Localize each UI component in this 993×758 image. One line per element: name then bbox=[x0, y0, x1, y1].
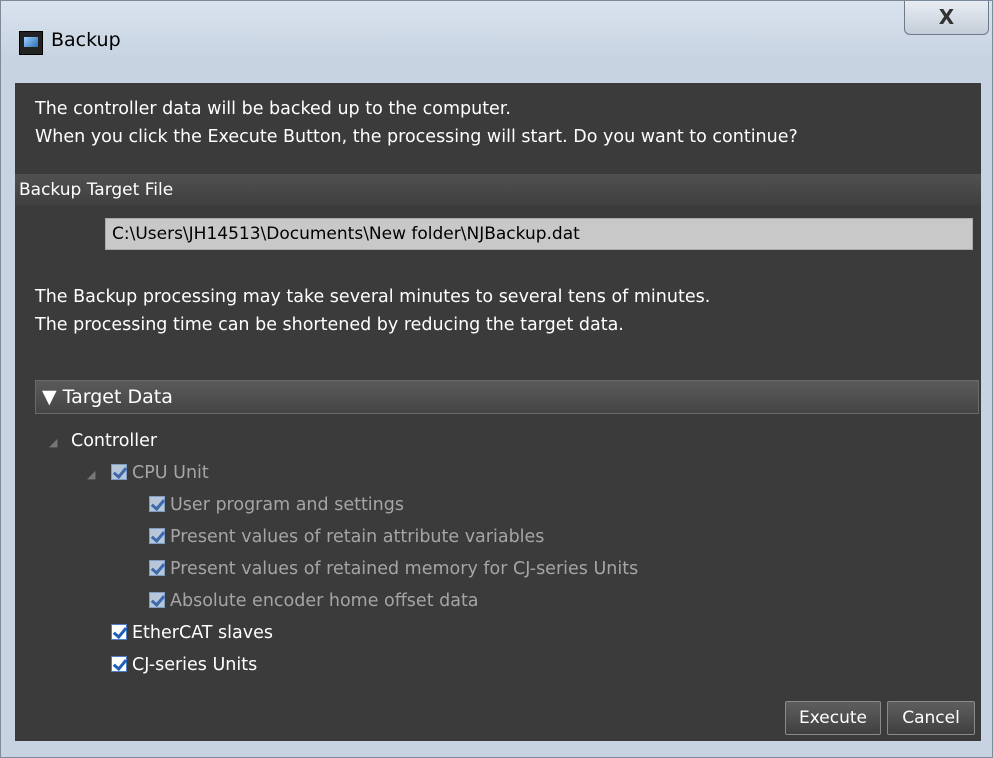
window-title: Backup bbox=[51, 29, 121, 51]
note-line-1: The Backup processing may take several m… bbox=[35, 287, 711, 307]
ethercat-checkbox-icon[interactable] bbox=[111, 624, 127, 640]
tree-node-cpu-unit[interactable]: CPU Unit bbox=[111, 461, 209, 485]
tree-node-label: Present values of retained memory for CJ… bbox=[170, 559, 639, 579]
cancel-button[interactable]: Cancel bbox=[887, 701, 975, 735]
tree-node-ethercat-slaves[interactable]: EtherCAT slaves bbox=[111, 621, 273, 645]
intro-line-1: The controller data will be backed up to… bbox=[35, 99, 511, 119]
tree-node-label: Present values of retain attribute varia… bbox=[170, 527, 545, 547]
tree-node-label: Absolute encoder home offset data bbox=[170, 591, 479, 611]
checkbox-icon[interactable] bbox=[149, 560, 165, 576]
backup-dialog: Backup X The controller data will be bac… bbox=[0, 0, 993, 758]
controller-expander-icon[interactable]: ◢ bbox=[49, 431, 57, 455]
target-data-expander[interactable]: ▼ Target Data bbox=[35, 380, 979, 414]
tree-node-cj-series-units[interactable]: CJ-series Units bbox=[111, 653, 257, 677]
ethercat-label: EtherCAT slaves bbox=[132, 623, 273, 643]
tree-node-encoder-offset[interactable]: Absolute encoder home offset data bbox=[149, 589, 479, 613]
tree-node-user-program[interactable]: User program and settings bbox=[149, 493, 404, 517]
cpu-unit-checkbox-icon[interactable] bbox=[111, 464, 127, 480]
tree-node-label: User program and settings bbox=[170, 495, 404, 515]
backup-target-file-header: Backup Target File bbox=[15, 174, 981, 206]
execute-button[interactable]: Execute bbox=[785, 701, 881, 735]
cj-units-label: CJ-series Units bbox=[132, 655, 258, 675]
cpu-unit-label: CPU Unit bbox=[132, 463, 209, 483]
tree-node-controller: Controller bbox=[71, 431, 158, 451]
checkbox-icon[interactable] bbox=[149, 528, 165, 544]
dialog-body: The controller data will be backed up to… bbox=[15, 83, 981, 741]
processing-note: The Backup processing may take several m… bbox=[35, 283, 710, 339]
cj-units-checkbox-icon[interactable] bbox=[111, 656, 127, 672]
checkbox-icon[interactable] bbox=[149, 496, 165, 512]
target-file-path-field[interactable]: C:\Users\JH14513\Documents\New folder\NJ… bbox=[105, 218, 973, 250]
title-bar: Backup X bbox=[1, 1, 992, 83]
tree-node-retained-memory[interactable]: Present values of retained memory for CJ… bbox=[149, 557, 638, 581]
tree-node-retain-variables[interactable]: Present values of retain attribute varia… bbox=[149, 525, 544, 549]
note-line-2: The processing time can be shortened by … bbox=[35, 315, 624, 335]
intro-line-2: When you click the Execute Button, the p… bbox=[35, 127, 798, 147]
app-icon bbox=[19, 31, 43, 55]
cpu-unit-expander-icon[interactable]: ◢ bbox=[87, 463, 95, 487]
checkbox-icon[interactable] bbox=[149, 592, 165, 608]
close-button[interactable]: X bbox=[904, 1, 989, 35]
intro-text: The controller data will be backed up to… bbox=[35, 95, 798, 151]
